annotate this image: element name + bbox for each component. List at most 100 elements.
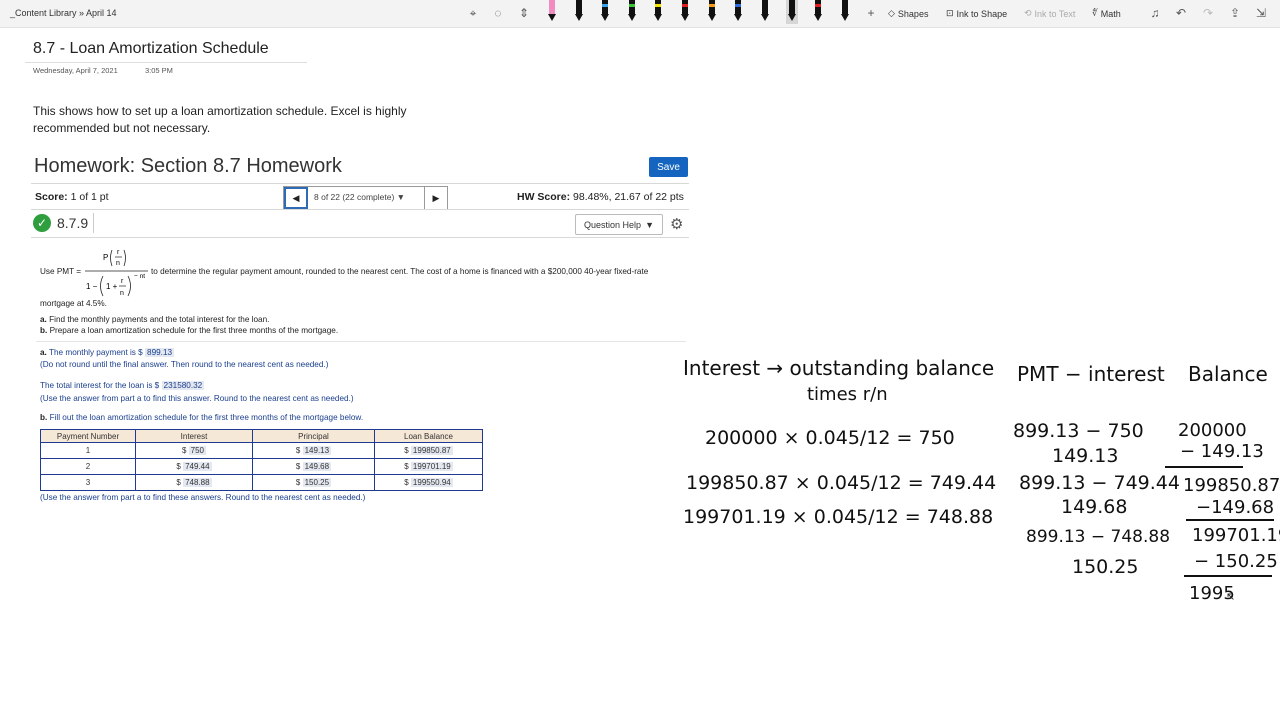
add-pen-icon[interactable]: + <box>862 4 880 22</box>
column-header: Loan Balance <box>374 429 483 443</box>
breadcrumb[interactable]: _Content Library » April 14 <box>10 8 117 18</box>
svg-text:n: n <box>120 290 124 297</box>
divider <box>31 209 689 210</box>
score-label: Score: <box>35 191 68 203</box>
ribbon-toolbar: _Content Library » April 14 ⌖ ◌ ⇕ + ◇ Sh… <box>0 0 1280 28</box>
divider <box>31 183 689 184</box>
balance-value[interactable]: 199550.94 <box>410 478 453 487</box>
interest-cell: $ 749.44 <box>135 458 253 475</box>
more-icon[interactable]: ⇲ <box>1252 4 1270 22</box>
math-button[interactable]: ∜ Math <box>1092 0 1121 27</box>
bell-icon[interactable]: ♫ <box>1146 4 1164 22</box>
save-button[interactable]: Save <box>649 157 688 177</box>
pmt-result-1: 149.13 <box>1052 445 1119 467</box>
pmt-calc-1: 899.13 − 750 <box>1013 420 1144 442</box>
pen-tool[interactable] <box>599 0 611 24</box>
pen-tool[interactable] <box>652 0 664 24</box>
balance-2: 199850.87 <box>1183 475 1280 496</box>
question-number: 8.7.9 <box>57 215 89 231</box>
pen-tool[interactable] <box>573 0 585 24</box>
ink-to-shape-button[interactable]: ⊡ Ink to Shape <box>946 0 1007 27</box>
divider <box>36 341 686 342</box>
math-icon: ∜ <box>1092 8 1098 18</box>
notes-heading: Interest → outstanding balance <box>683 356 995 380</box>
math-label: Math <box>1100 8 1121 19</box>
principal-cell: $ 149.13 <box>252 442 375 459</box>
pen-tool[interactable] <box>812 0 824 24</box>
monthly-payment-value[interactable]: 899.13 <box>145 348 175 357</box>
title-divider <box>25 62 307 63</box>
svg-text:n: n <box>116 260 120 267</box>
answer-a-label: a. <box>40 348 47 357</box>
column-header: Payment Number <box>40 429 136 443</box>
triangle-left-icon: ◀ <box>292 192 300 203</box>
divider <box>93 213 94 233</box>
principal-value[interactable]: 149.68 <box>302 462 332 471</box>
answer-a-note: (Do not round until the final answer. Th… <box>40 360 329 369</box>
lasso-select-icon[interactable]: ⌖ <box>464 4 482 22</box>
balance-1: 200000 <box>1178 420 1247 441</box>
intro-text: This shows how to set up a loan amortiza… <box>33 104 407 135</box>
ink-underline <box>1186 519 1274 521</box>
pen-tool[interactable] <box>839 0 851 24</box>
pen-tool[interactable] <box>706 0 718 24</box>
answer-b-label: b. <box>40 413 48 422</box>
interest-value[interactable]: 750 <box>188 446 207 455</box>
balance-value[interactable]: 199701.19 <box>410 462 453 471</box>
pen-tool[interactable] <box>786 0 798 24</box>
balance-subtract-1: − 149.13 <box>1180 441 1264 462</box>
svg-text:− nt: − nt <box>134 273 145 280</box>
balance-value[interactable]: 199850.87 <box>410 446 453 455</box>
pen-tool[interactable] <box>626 0 638 24</box>
answer-a-prefix: The monthly payment is $ <box>48 348 143 357</box>
interest-calc-3: 199701.19 × 0.045/12 = 748.88 <box>683 506 994 528</box>
redo-icon[interactable]: ↷ <box>1199 4 1217 22</box>
column-header: Interest <box>135 429 253 443</box>
principal-value[interactable]: 150.25 <box>302 478 332 487</box>
interest-value[interactable]: 748.88 <box>183 478 212 487</box>
table-header-row: Payment Number Interest Principal Loan B… <box>40 429 483 443</box>
undo-icon[interactable]: ↶ <box>1172 4 1190 22</box>
insert-space-icon[interactable]: ⇕ <box>515 4 533 22</box>
pmt-result-2: 149.68 <box>1061 496 1128 518</box>
ink-to-shape-icon: ⊡ <box>946 8 954 18</box>
pen-tool[interactable] <box>679 0 691 24</box>
question-select[interactable]: 8 of 22 (22 complete) ▼ <box>314 192 405 202</box>
total-interest: The total interest for the loan is $ 231… <box>40 381 205 390</box>
total-interest-value[interactable]: 231580.32 <box>161 381 205 390</box>
ink-underline <box>1165 466 1243 468</box>
prev-question-button[interactable]: ◀ <box>284 187 308 209</box>
pen-tool[interactable] <box>732 0 744 24</box>
hw-score: HW Score: 98.48%, 21.67 of 22 pts <box>517 191 684 203</box>
table-row: 2 $ 749.44 $ 149.68 $ 199701.19 <box>40 458 483 475</box>
next-question-button[interactable]: ▶ <box>424 187 447 209</box>
question-help-label: Question Help <box>584 219 642 230</box>
pmt-calc-3: 899.13 − 748.88 <box>1026 527 1171 547</box>
svg-text:r: r <box>121 278 124 285</box>
gear-icon[interactable]: ⚙ <box>670 215 683 233</box>
ink-to-text-icon: ⟲ <box>1024 8 1032 18</box>
interest-calc-2: 199850.87 × 0.045/12 = 749.44 <box>686 472 997 494</box>
principal-value[interactable]: 149.13 <box>302 446 332 455</box>
hw-score-label: HW Score: <box>517 191 571 203</box>
shapes-icon: ◇ <box>888 8 895 18</box>
question-help-button[interactable]: Question Help ▼ <box>575 214 663 235</box>
balance-cell: $ 199701.19 <box>374 458 483 475</box>
answer-b-text: Fill out the loan amortization schedule … <box>49 413 364 422</box>
shapes-button[interactable]: ◇ Shapes <box>888 0 928 27</box>
principal-cell: $ 149.68 <box>252 458 375 475</box>
pen-tool[interactable] <box>759 0 771 24</box>
balance-heading: Balance <box>1188 362 1268 386</box>
amortization-table: Payment Number Interest Principal Loan B… <box>40 429 483 491</box>
balance-subtract-3: − 150.25 <box>1194 551 1278 572</box>
interest-value[interactable]: 749.44 <box>183 462 212 471</box>
total-interest-note: (Use the answer from part a to find this… <box>40 394 354 403</box>
principal-cell: $ 150.25 <box>252 474 375 491</box>
table-row: 1 $ 750 $ 149.13 $ 199850.87 <box>40 442 483 459</box>
mortgage-text: mortgage at 4.5%. <box>40 299 107 308</box>
lasso-icon[interactable]: ◌ <box>489 4 507 22</box>
pen-tool[interactable] <box>546 0 558 24</box>
ink-to-text-button[interactable]: ⟲ Ink to Text <box>1024 0 1075 27</box>
payment-number: 3 <box>40 474 136 491</box>
share-icon[interactable]: ⇪ <box>1226 4 1244 22</box>
